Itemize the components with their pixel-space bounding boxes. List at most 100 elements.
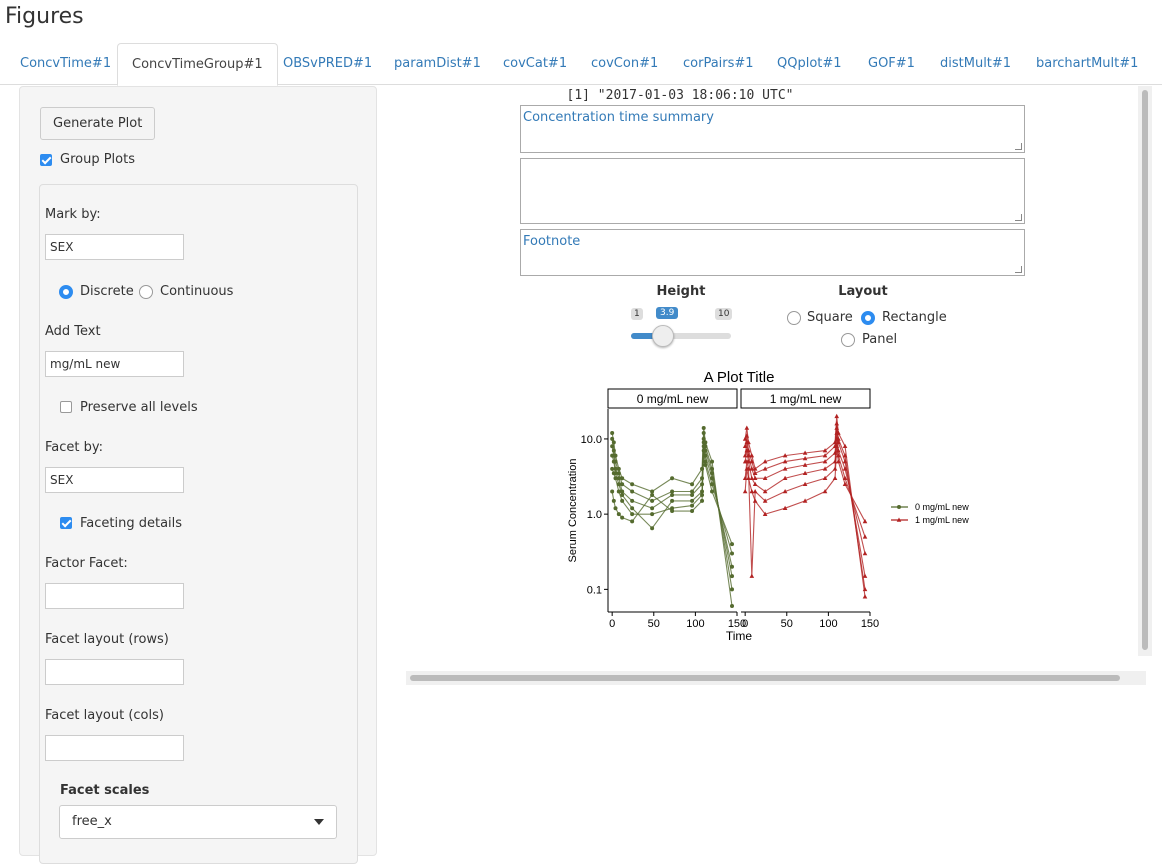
facet-rows-input[interactable] <box>45 659 184 685</box>
data-point <box>620 498 625 503</box>
data-point <box>650 489 655 494</box>
data-point <box>701 448 706 453</box>
data-point <box>690 509 695 514</box>
layout-rectangle-label: Rectangle <box>882 310 947 325</box>
resize-handle-icon[interactable] <box>1015 143 1022 150</box>
data-point <box>611 498 616 503</box>
data-point <box>630 512 635 517</box>
data-point <box>650 498 655 503</box>
height-min-label: 1 <box>631 308 643 320</box>
series-line <box>744 423 866 590</box>
data-point <box>744 425 750 430</box>
tab-covcon[interactable]: covCon#1 <box>577 43 672 85</box>
sidebar-panel: Generate Plot Group Plots Mark by: SEX D… <box>19 86 377 864</box>
timestamp-output: [1] "2017-01-03 18:06:10 UTC" <box>566 88 794 103</box>
y-tick-label: 10.0 <box>581 434 602 446</box>
title-textarea[interactable]: Concentration time summary <box>520 105 1025 153</box>
data-point <box>630 506 635 511</box>
layout-rectangle-radio[interactable] <box>861 311 875 325</box>
tab-bar: ConcvTime#1 ConcvTimeGroup#1 OBSvPRED#1 … <box>0 43 1162 86</box>
data-point <box>630 482 635 487</box>
data-point <box>620 515 625 520</box>
height-value-label: 3.9 <box>656 307 679 319</box>
data-point <box>611 471 616 476</box>
tab-barchartmult[interactable]: barchartMult#1 <box>1022 43 1152 85</box>
tab-qqplot[interactable]: QQplot#1 <box>763 43 856 85</box>
legend-marker <box>897 505 901 509</box>
facet-by-label: Facet by: <box>45 440 104 455</box>
preserve-levels-checkbox[interactable] <box>60 401 72 413</box>
footnote-textarea[interactable]: Footnote <box>520 229 1025 276</box>
facet-series-group <box>610 425 735 609</box>
data-point <box>610 444 615 449</box>
data-point <box>703 463 708 468</box>
tab-concvtimegroup[interactable]: ConcvTimeGroup#1 <box>117 43 278 86</box>
faceting-details-label: Faceting details <box>80 516 183 531</box>
group-options-well: Mark by: SEX Discrete Continuous Add Tex… <box>39 184 358 864</box>
resize-handle-icon[interactable] <box>1015 214 1022 221</box>
tab-paramdist[interactable]: paramDist#1 <box>380 43 495 85</box>
faceting-details-checkbox[interactable] <box>60 517 72 529</box>
data-point <box>749 489 755 494</box>
series-line <box>611 442 733 567</box>
data-point <box>690 492 695 497</box>
facet-series-group <box>742 413 868 599</box>
group-plots-label: Group Plots <box>60 152 135 167</box>
facet-cols-input[interactable] <box>45 735 184 761</box>
chevron-down-icon <box>314 819 324 825</box>
y-tick-label: 0.1 <box>587 584 602 596</box>
facet-scales-value: free_x <box>72 814 112 829</box>
data-point <box>690 503 695 508</box>
data-point <box>834 421 840 426</box>
concentration-time-chart: A Plot Title 0.1 1.0 10.0 Serum Concentratio… <box>567 369 969 643</box>
x-tick-label: 100 <box>819 618 837 630</box>
factor-facet-input[interactable] <box>45 583 184 609</box>
generate-plot-button[interactable]: Generate Plot <box>40 107 156 140</box>
tab-gof[interactable]: GOF#1 <box>854 43 929 85</box>
height-slider-track[interactable] <box>631 333 731 339</box>
tab-corpairs[interactable]: corPairs#1 <box>669 43 768 85</box>
x-axis-label: Time <box>726 629 753 643</box>
vertical-scrollbar-thumb[interactable] <box>1142 90 1148 650</box>
title-textarea-text: Concentration time summary <box>523 110 714 125</box>
data-point <box>701 440 706 445</box>
resize-handle-icon[interactable] <box>1015 266 1022 273</box>
mark-by-select[interactable]: SEX <box>45 234 184 260</box>
mark-by-label: Mark by: <box>45 207 101 222</box>
add-text-input[interactable]: mg/mL new <box>45 351 184 377</box>
layout-label: Layout <box>838 284 888 299</box>
tab-obsvpred[interactable]: OBSvPRED#1 <box>269 43 386 85</box>
data-point <box>742 489 748 494</box>
tab-distmult[interactable]: distMult#1 <box>926 43 1025 85</box>
data-point <box>832 475 838 481</box>
data-point <box>610 489 615 494</box>
data-point <box>752 498 758 503</box>
layout-square-radio[interactable] <box>787 311 801 325</box>
data-point <box>670 509 675 514</box>
facet-scales-select[interactable]: free_x <box>59 805 337 839</box>
tab-concvtime[interactable]: ConcvTime#1 <box>6 43 125 85</box>
layout-panel-radio[interactable] <box>841 333 855 347</box>
group-plots-checkbox[interactable] <box>40 154 52 166</box>
vertical-scrollbar[interactable] <box>1138 86 1152 656</box>
legend-label: 1 mg/mL new <box>915 515 969 525</box>
data-point <box>670 498 675 503</box>
horizontal-scrollbar[interactable] <box>406 671 1146 685</box>
continuous-radio[interactable] <box>139 285 153 299</box>
facet-by-select[interactable]: SEX <box>45 467 184 493</box>
height-label: Height <box>656 284 706 299</box>
data-point <box>616 489 621 494</box>
series-line <box>611 427 733 607</box>
horizontal-scrollbar-thumb[interactable] <box>410 675 1120 681</box>
main-panel: [1] "2017-01-03 18:06:10 UTC" Concentrat… <box>406 86 1154 684</box>
data-point <box>749 573 755 578</box>
tab-covcat[interactable]: covCat#1 <box>489 43 581 85</box>
subtitle-textarea[interactable] <box>520 158 1025 224</box>
height-slider-handle[interactable] <box>652 325 675 347</box>
data-point <box>730 574 735 579</box>
series-line <box>611 450 733 545</box>
discrete-radio[interactable] <box>59 285 73 299</box>
data-point <box>746 475 751 481</box>
data-point <box>650 492 655 497</box>
x-tick-label: 50 <box>781 618 793 630</box>
